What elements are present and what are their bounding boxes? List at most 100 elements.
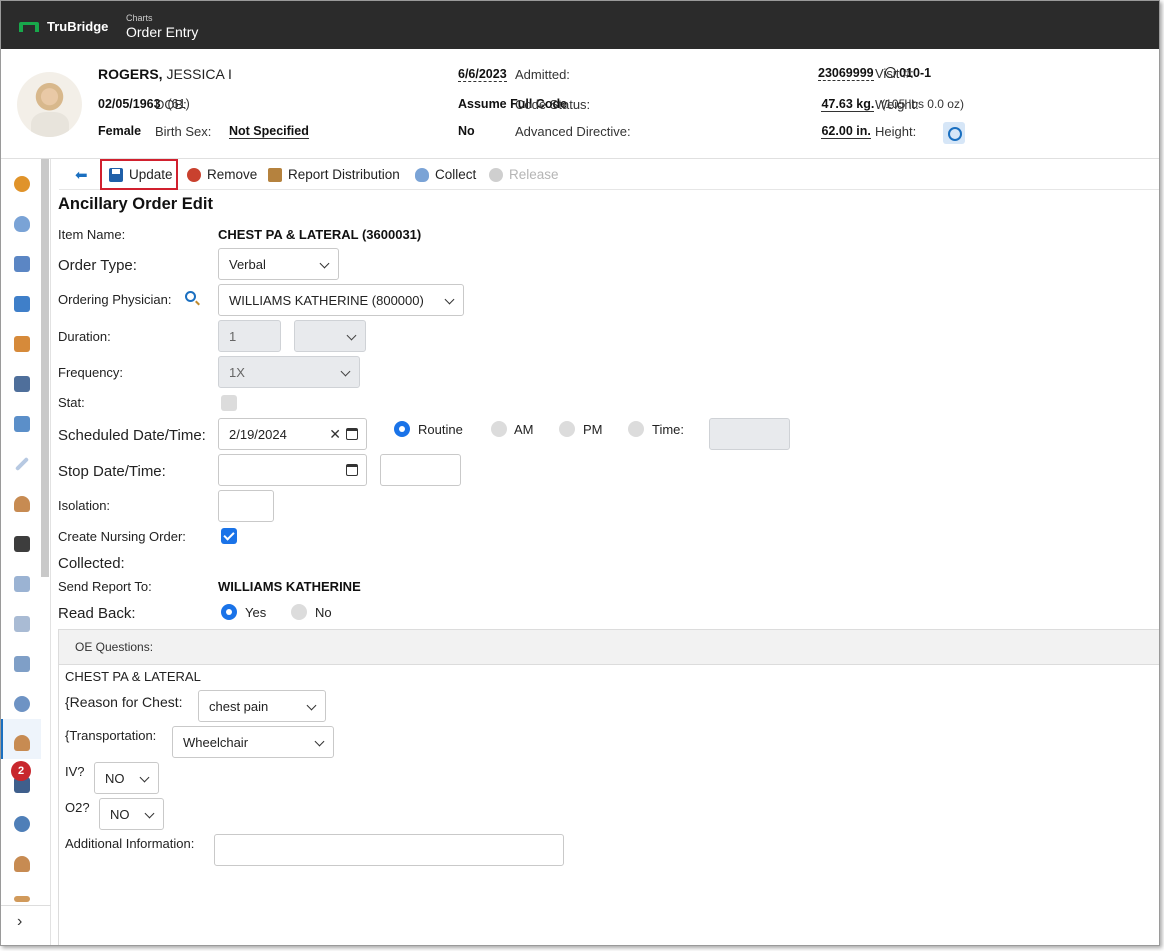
chart-doc-icon[interactable] (14, 656, 30, 672)
height-weight-history-icon[interactable] (943, 122, 965, 144)
remove-icon (187, 167, 201, 182)
report-icon[interactable] (14, 616, 30, 632)
release-button[interactable]: Release (489, 159, 559, 190)
read-back-label: Read Back: (58, 605, 136, 622)
duration-value: 1 (229, 328, 237, 344)
radio-am[interactable] (491, 421, 507, 437)
report-distribution-button[interactable]: Report Distribution (268, 159, 400, 190)
reason-value: chest pain (209, 698, 269, 714)
chevron-down-icon (444, 294, 455, 305)
collect-label: Collect (435, 167, 477, 182)
scheduled-date-value: 2/19/2024 (229, 426, 287, 442)
birth-sex-label: Birth Sex: (155, 124, 212, 139)
calendar-icon[interactable] (346, 464, 358, 476)
remove-button[interactable]: Remove (187, 159, 257, 190)
clear-date-icon[interactable]: ✕ (329, 426, 341, 443)
ordering-physician-select[interactable]: WILLIAMS KATHERINE (800000) (218, 284, 464, 316)
update-button[interactable]: Update (109, 159, 173, 190)
scheduled-time-input[interactable] (709, 418, 790, 450)
radio-pm[interactable] (559, 421, 575, 437)
reason-label: {Reason for Chest: (65, 694, 183, 710)
frequency-select[interactable]: 1X (218, 356, 360, 388)
breadcrumb-parent[interactable]: Charts (126, 13, 153, 23)
report-distribution-label: Report Distribution (288, 167, 400, 182)
calendar-icon[interactable] (346, 428, 358, 440)
read-back-no-radio[interactable] (291, 604, 307, 620)
additional-info-input[interactable] (214, 834, 564, 866)
iv-select[interactable]: NO (94, 762, 159, 794)
code-status-info: Code Status: Assume Full Code (458, 97, 590, 112)
birth-sex-value: Female (98, 124, 142, 138)
order-type-select[interactable]: Verbal (218, 248, 339, 280)
stop-date-input[interactable] (218, 454, 367, 486)
collect-button[interactable]: Collect (415, 159, 476, 190)
duration-input[interactable]: 1 (218, 320, 281, 352)
order-entry-icon[interactable] (14, 735, 30, 751)
oe-questions-header: OE Questions: (59, 629, 1159, 665)
attachment-icon[interactable] (14, 696, 30, 712)
o2-select[interactable]: NO (99, 798, 164, 830)
update-label: Update (129, 167, 173, 182)
oe-item-name: CHEST PA & LATERAL (65, 669, 201, 684)
physician-search-icon[interactable] (185, 291, 196, 302)
app-window: TruBridge Charts Order Entry ROGERS, JES… (0, 0, 1160, 946)
settings-icon[interactable] (14, 816, 30, 832)
weight-info: Weight: 47.63 kg. (105 lbs 0.0 oz) (818, 97, 964, 112)
document-icon[interactable] (14, 576, 30, 592)
meds-icon[interactable] (14, 336, 30, 352)
edit-icon[interactable] (14, 416, 30, 432)
scheduled-date-input[interactable]: 2/19/2024 ✕ (218, 418, 367, 450)
flask-icon (415, 167, 429, 182)
item-name-label: Item Name: (58, 227, 126, 242)
rail-scrollbar[interactable] (41, 159, 49, 577)
radio-pm-label: PM (583, 422, 603, 437)
stat-checkbox[interactable] (221, 395, 237, 411)
reason-select[interactable]: chest pain (198, 690, 326, 722)
order-type-label: Order Type: (58, 257, 137, 274)
gender-identity-link[interactable]: Not Specified (229, 124, 309, 139)
nurse-icon[interactable] (14, 496, 30, 512)
iv-value: NO (105, 770, 125, 786)
flask-icon[interactable] (14, 216, 30, 232)
chevron-down-icon (144, 808, 155, 819)
back-arrow-icon[interactable]: ⬅ (75, 166, 88, 184)
read-back-yes-radio[interactable] (221, 604, 237, 620)
height-value[interactable]: 62.00 in. (821, 124, 871, 139)
staff-icon[interactable] (14, 856, 30, 872)
read-back-no-label: No (315, 605, 332, 620)
duration-unit-select[interactable] (294, 320, 366, 352)
transportation-value: Wheelchair (183, 734, 249, 750)
patient-avatar (17, 72, 82, 137)
radio-time[interactable] (628, 421, 644, 437)
expand-rail-icon[interactable]: › (17, 913, 22, 931)
chevron-down-icon (319, 258, 330, 269)
dob-value: 02/05/1963 (98, 97, 161, 111)
patient-birth-sex: Birth Sex: Female (98, 124, 211, 139)
radio-routine[interactable] (394, 421, 410, 437)
rail-divider (1, 905, 51, 906)
brand-logo[interactable]: TruBridge (19, 19, 108, 34)
stop-time-input[interactable] (380, 454, 461, 486)
weight-value[interactable]: 47.63 kg. (821, 97, 875, 112)
visit-number[interactable]: 23069999 (818, 66, 874, 81)
order-toolbar: ⬅ Update Remove Report Distribution Coll… (59, 159, 1159, 190)
report-distribution-icon (268, 167, 282, 182)
notes-icon[interactable] (14, 376, 30, 392)
height-label: Height: (875, 124, 917, 139)
additional-info-label: Additional Information: (65, 836, 195, 851)
imaging-icon[interactable] (14, 536, 30, 552)
admitted-value[interactable]: 6/6/2023 (458, 67, 507, 82)
alert-icon[interactable] (14, 176, 30, 192)
transportation-select[interactable]: Wheelchair (172, 726, 334, 758)
brand-name: TruBridge (47, 19, 109, 34)
advanced-directive-info: Advanced Directive: No (458, 124, 631, 139)
nursing-order-label: Create Nursing Order: (58, 529, 186, 544)
more-icon[interactable] (14, 896, 30, 902)
isolation-input[interactable] (218, 490, 274, 522)
transportation-label: {Transportation: (65, 728, 157, 743)
checklist-icon[interactable] (14, 256, 30, 272)
top-bar: TruBridge Charts Order Entry (1, 1, 1159, 49)
nursing-order-checkbox[interactable] (221, 528, 237, 544)
monitor-icon[interactable] (14, 296, 30, 312)
patient-last-name: ROGERS, (98, 66, 163, 82)
